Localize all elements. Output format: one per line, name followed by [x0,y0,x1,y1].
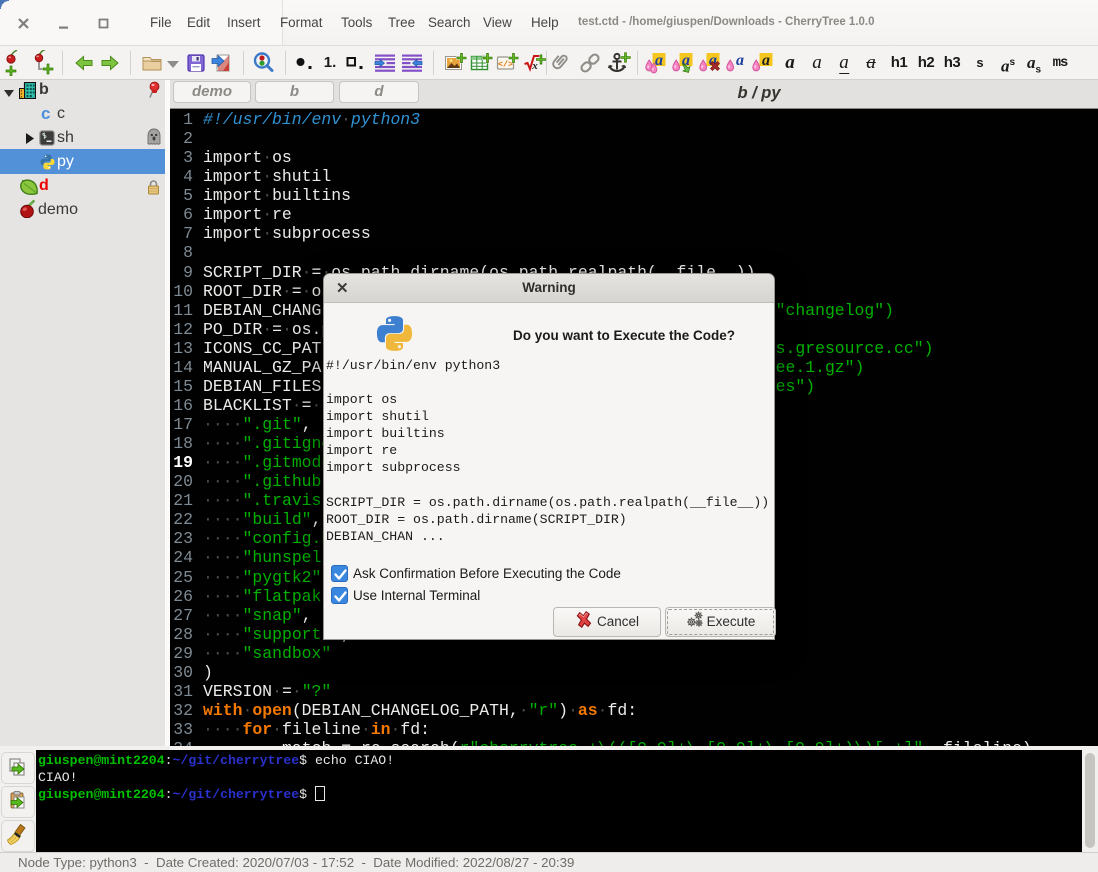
svg-text:x: x [531,60,538,72]
svg-text:</>: </> [498,60,513,70]
svg-text:a: a [736,52,744,69]
svg-text:a: a [762,52,770,69]
